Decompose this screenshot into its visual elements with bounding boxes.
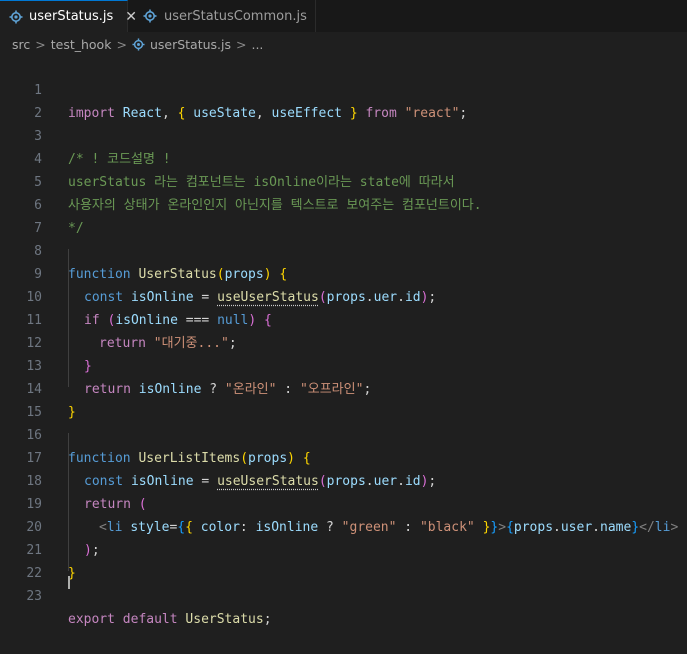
text-cursor	[68, 576, 70, 589]
breadcrumb-separator: >	[236, 36, 247, 52]
code-line: 7	[0, 194, 687, 236]
token: ;	[263, 612, 272, 627]
code-line: 3 /* ! 코드설명 !	[0, 102, 687, 167]
tab-bar: userStatus.js ✕ userStatusCommon.js	[0, 0, 687, 32]
code-line: 10 if (isOnline === null) {	[0, 263, 687, 328]
tab-userstatus[interactable]: userStatus.js ✕	[0, 0, 137, 32]
code-line: 9 const isOnline = useUserStatus(props.u…	[0, 240, 687, 305]
code-line: 15	[0, 378, 687, 420]
breadcrumb-separator: >	[116, 36, 127, 52]
breadcrumb-test-hook[interactable]: test_hook	[51, 37, 112, 52]
code-line: 20 );	[0, 493, 687, 558]
code-line: 23 export default UserStatus;	[0, 562, 687, 627]
token: default	[122, 612, 178, 627]
breadcrumb-symbols[interactable]: ...	[251, 37, 263, 52]
code-line: 2	[0, 79, 687, 121]
breadcrumb-src[interactable]: src	[12, 37, 30, 52]
code-line: 16 function UserListItems(props) {	[0, 401, 687, 466]
gear-icon	[9, 9, 23, 25]
code-line: 18 return (	[0, 447, 687, 512]
breadcrumb-file[interactable]: userStatus.js	[150, 37, 231, 52]
breadcrumb-separator: >	[35, 36, 46, 52]
code-line: 13 return isOnline ? "온라인" : "오프라인";	[0, 332, 687, 397]
code-line: 22	[0, 539, 687, 581]
gear-icon	[142, 8, 158, 24]
code-line: 12 }	[0, 309, 687, 374]
code-line: 1 import React, { useState, useEffect } …	[0, 56, 687, 121]
code-line: 4 userStatus 라는 컴포넌트는 isOnline이라는 state에…	[0, 125, 687, 190]
breadcrumb: src > test_hook > userStatus.js > ...	[0, 32, 687, 56]
code-line: 6 */	[0, 171, 687, 236]
code-line: 21 }	[0, 516, 687, 581]
code-editor[interactable]: 1 import React, { useState, useEffect } …	[0, 56, 687, 627]
gear-icon	[132, 37, 146, 51]
code-line: 5 사용자의 상태가 온라인인지 아닌지를 텍스트로 보여주는 컴포넌트이다.	[0, 148, 687, 213]
tab-userstatuscommon[interactable]: userStatusCommon.js	[128, 0, 316, 32]
tab-label: userStatus.js	[29, 9, 114, 24]
tab-label: userStatusCommon.js	[164, 8, 307, 24]
code-line: 19 <li style={{ color: isOnline ? "green…	[0, 470, 687, 535]
token: UserStatus	[185, 612, 264, 627]
code-line: 11 return "대기중...";	[0, 286, 687, 351]
code-line: 17 const isOnline = useUserStatus(props.…	[0, 424, 687, 489]
code-line: 8 function UserStatus(props) {	[0, 217, 687, 282]
token: export	[68, 612, 115, 627]
code-line: 14 }	[0, 355, 687, 420]
line-number: 23	[26, 589, 42, 604]
